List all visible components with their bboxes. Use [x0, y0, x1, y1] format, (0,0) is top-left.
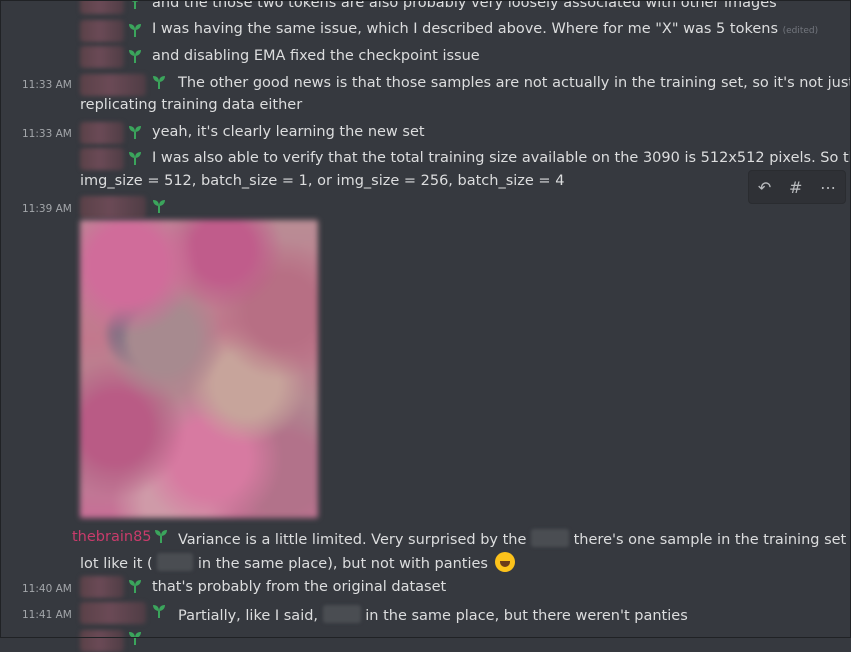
sprout-icon [129, 24, 141, 37]
redacted-username [80, 148, 124, 170]
sprout-icon [130, 0, 140, 9]
message-text-continued: img_size = 512, batch_size = 1, or img_s… [80, 173, 565, 189]
redacted-text [157, 553, 194, 571]
timestamp: 11:41 AM [22, 609, 72, 621]
message-text: The other good news is that those sample… [178, 75, 851, 91]
message-text: that's probably from the original datase… [152, 579, 447, 595]
redacted-username [80, 630, 124, 652]
message-text-continued: lot like it ( in the same place), but no… [80, 552, 515, 572]
timestamp: 11:39 AM [22, 203, 72, 215]
redacted-username [80, 576, 124, 598]
message-text: yeah, it's clearly learning the new set [152, 124, 425, 140]
sprout-icon [129, 580, 141, 593]
message-username[interactable]: thebrain85 [72, 529, 152, 545]
redacted-username [80, 74, 146, 96]
redacted-username [80, 196, 146, 218]
more-icon[interactable]: ⋯ [820, 178, 836, 197]
sprout-icon [129, 126, 141, 139]
message-body: in the same place, but there weren't pan… [365, 608, 688, 624]
sprout-icon [129, 50, 141, 63]
redacted-text [322, 605, 361, 623]
timestamp: 11:33 AM [22, 79, 72, 91]
message-text: and disabling EMA fixed the checkpoint i… [152, 48, 480, 64]
reply-icon[interactable]: ↶ [758, 178, 771, 197]
message-text-continued: replicating training data either [80, 97, 303, 113]
redacted-username [80, 0, 124, 14]
message-body: Partially, like I said, [178, 608, 319, 624]
redacted-username [80, 602, 146, 624]
grinning-face-icon [494, 552, 515, 572]
sprout-icon [129, 152, 141, 165]
edited-tag: (edited) [782, 26, 819, 36]
timestamp: 11:40 AM [22, 583, 72, 595]
message-body: I was having the same issue, which I des… [152, 21, 778, 37]
redacted-username [80, 122, 124, 144]
message-body: Variance is a little limited. Very surpr… [178, 532, 527, 548]
thread-icon[interactable]: # [789, 178, 802, 197]
message-text: I was having the same issue, which I des… [152, 21, 818, 37]
image-attachment[interactable] [80, 220, 318, 518]
redacted-username [80, 20, 124, 42]
message-body: lot like it ( [80, 556, 153, 572]
timestamp: 11:33 AM [22, 128, 72, 140]
sprout-icon [153, 605, 165, 618]
sprout-icon [155, 530, 167, 543]
message-text: Partially, like I said, in the same plac… [178, 605, 688, 624]
message-text: and the those two tokens are also probab… [152, 0, 777, 11]
redacted-username [80, 46, 124, 68]
sprout-icon [129, 632, 141, 645]
message-text: I was also able to verify that the total… [152, 150, 851, 166]
sprout-icon [153, 76, 165, 89]
message-body: in the same place), but not with panties [197, 556, 488, 572]
message-body: there's one sample in the training set a [573, 532, 851, 548]
sprout-icon [153, 200, 165, 213]
message-text: Variance is a little limited. Very surpr… [178, 529, 851, 548]
message-hover-toolbar: ↶ # ⋯ [748, 170, 846, 204]
redacted-text [531, 529, 570, 547]
